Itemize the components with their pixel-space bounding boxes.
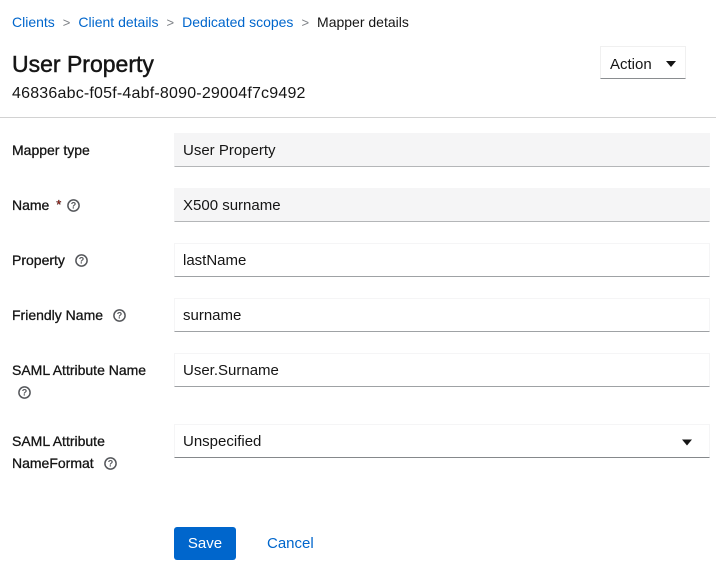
svg-text:?: ? xyxy=(71,200,77,210)
svg-text:?: ? xyxy=(79,255,85,265)
svg-text:?: ? xyxy=(22,387,28,397)
svg-text:?: ? xyxy=(117,310,123,320)
svg-text:?: ? xyxy=(107,458,113,468)
